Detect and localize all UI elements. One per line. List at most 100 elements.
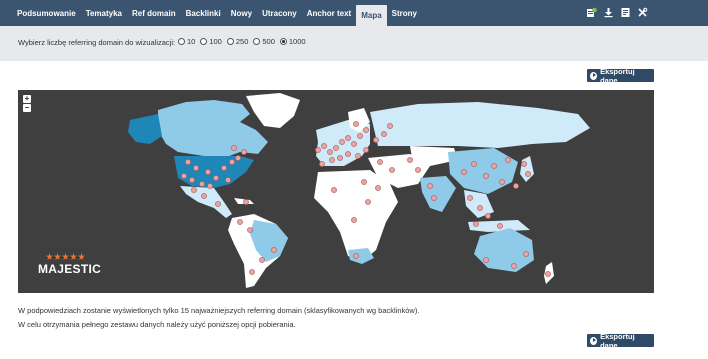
greenland (246, 93, 300, 128)
marker (231, 145, 237, 151)
radio-10[interactable]: 10 (178, 37, 195, 46)
tab-mapa[interactable]: Mapa (356, 5, 387, 26)
marker (511, 263, 517, 269)
star-icon (78, 253, 85, 260)
count-radio-group: 10 100 250 500 1000 (178, 37, 306, 46)
export-label: Eksportuj dane (600, 331, 635, 350)
zoom-out-button[interactable]: − (23, 104, 31, 112)
radio-label: 10 (187, 37, 196, 46)
star-icon (54, 253, 61, 260)
marker (247, 227, 253, 233)
marker (271, 247, 277, 253)
marker (193, 165, 199, 171)
tooltip-note: W podpowiedziach zostanie wyświetlonych … (18, 306, 420, 315)
top-nav: Podsumowanie Tematyka Ref domain Backlin… (0, 0, 708, 26)
marker (189, 177, 195, 183)
radio-500[interactable]: 500 (253, 37, 275, 46)
tab-utracony[interactable]: Utracony (257, 0, 302, 26)
radio-250[interactable]: 250 (226, 37, 249, 46)
marker (355, 153, 361, 159)
radio-dot[interactable] (200, 38, 208, 45)
marker (363, 127, 369, 133)
marker (499, 179, 505, 185)
radio-100[interactable]: 100 (200, 37, 222, 46)
star-icon (46, 253, 53, 260)
marker (333, 145, 339, 151)
india (420, 176, 456, 212)
marker (389, 167, 395, 173)
world-map[interactable]: + − MAJESTIC (18, 90, 654, 293)
download-note: W celu otrzymania pełnego zestawu danych… (18, 320, 296, 329)
majestic-logo: MAJESTIC (38, 262, 102, 276)
marker (477, 205, 483, 211)
marker (467, 195, 473, 201)
marker (353, 121, 359, 127)
download-icon[interactable] (603, 7, 614, 18)
radio-label: 500 (262, 37, 275, 46)
marker (377, 159, 383, 165)
marker (363, 147, 369, 153)
radio-dot-selected[interactable] (279, 38, 287, 45)
marker (427, 183, 433, 189)
marker (525, 171, 531, 177)
marker (483, 173, 489, 179)
radio-1000[interactable]: 1000 (279, 37, 306, 46)
canada (158, 100, 268, 158)
russia (370, 102, 590, 148)
tab-backlinki[interactable]: Backlinki (181, 0, 226, 26)
marker (461, 169, 467, 175)
marker (329, 157, 335, 163)
marker (345, 151, 351, 157)
marker (315, 147, 321, 153)
arrow-right-icon (590, 336, 598, 345)
marker (181, 173, 187, 179)
tab-ref-domain[interactable]: Ref domain (127, 0, 181, 26)
marker (545, 271, 551, 277)
export-label: Eksportuj dane (600, 66, 635, 85)
radio-label: 250 (235, 37, 249, 46)
tab-anchor-text[interactable]: Anchor text (302, 0, 356, 26)
marker (237, 219, 243, 225)
marker (473, 221, 479, 227)
marker (221, 165, 227, 171)
marker (345, 135, 351, 141)
marker (249, 269, 255, 275)
marker (521, 161, 527, 167)
options-label: Wybierz liczbę referring domain do wizua… (18, 38, 176, 47)
australia (474, 228, 534, 272)
marker (483, 257, 489, 263)
marker (505, 157, 511, 163)
report-icon[interactable] (620, 7, 631, 18)
export-button-bottom[interactable]: Eksportuj dane (587, 331, 654, 350)
star-icon (70, 253, 77, 260)
zoom-in-button[interactable]: + (23, 95, 31, 103)
marker (327, 149, 333, 155)
bookmark-add-icon[interactable] (586, 7, 597, 18)
marker (351, 217, 357, 223)
export-button-top[interactable]: Eksportuj dane (587, 66, 654, 85)
marker (321, 143, 327, 149)
tab-podsumowanie[interactable]: Podsumowanie (12, 0, 81, 26)
tab-strony[interactable]: Strony (387, 0, 422, 26)
marker (259, 257, 265, 263)
radio-dot[interactable] (226, 38, 234, 45)
marker (485, 213, 491, 219)
marker (225, 177, 231, 183)
marker (431, 195, 437, 201)
tools-icon[interactable] (637, 7, 648, 18)
map-canvas (128, 93, 590, 288)
radio-label: 1000 (288, 37, 306, 46)
alaska (128, 114, 162, 144)
marker (353, 253, 359, 259)
tab-tematyka[interactable]: Tematyka (81, 0, 127, 26)
marker (337, 155, 343, 161)
africa (314, 170, 398, 262)
marker (351, 141, 357, 147)
marker (229, 159, 235, 165)
marker (207, 183, 213, 189)
radio-dot[interactable] (178, 38, 185, 45)
marker (381, 131, 387, 137)
tab-nowy[interactable]: Nowy (226, 0, 257, 26)
marker (361, 179, 367, 185)
radio-dot[interactable] (253, 38, 261, 45)
